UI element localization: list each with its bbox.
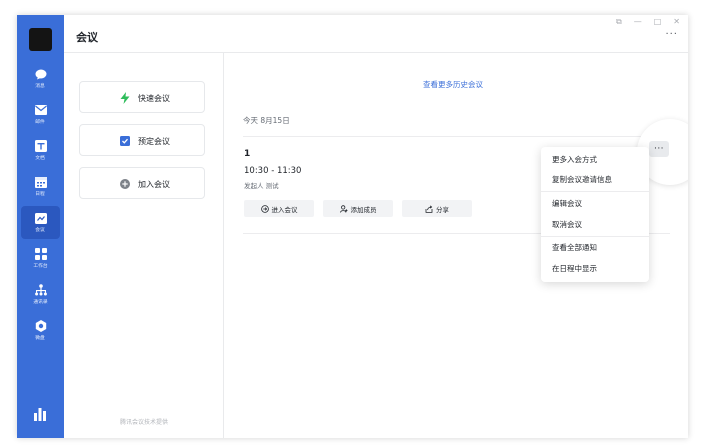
action-label: 预定会议 — [138, 137, 170, 146]
menu-separator — [541, 236, 649, 237]
enter-icon — [260, 204, 269, 213]
grid-icon — [34, 248, 47, 260]
avatar[interactable] — [29, 28, 52, 51]
menu-item-show-in-calendar[interactable]: 在日程中显示 — [541, 260, 649, 277]
contacts-icon — [34, 284, 47, 296]
button-label: 进入会议 — [271, 205, 298, 214]
quick-meeting-button[interactable]: 快速会议 — [79, 81, 205, 113]
date-heading: 今天 8月15日 — [243, 116, 290, 125]
button-label: 分享 — [436, 205, 449, 214]
meeting-title: 1 — [244, 149, 251, 159]
enter-meeting-button[interactable]: 进入会议 — [244, 200, 314, 217]
menu-item-more-join-methods[interactable]: 更多入会方式 — [541, 151, 649, 168]
plus-circle-icon — [119, 178, 130, 189]
sidebar-item-label: 通讯录 — [33, 299, 48, 305]
sidebar-item-label: 文档 — [35, 155, 46, 161]
window-controls: ⧉ — □ ✕ — [616, 17, 680, 27]
sidebar-item-drive[interactable]: 微盘 — [21, 314, 60, 347]
title-bar: 会议 ⧉ — □ ✕ ··· — [64, 15, 688, 53]
menu-item-cancel-meeting[interactable]: 取消会议 — [541, 216, 649, 233]
mail-icon — [34, 104, 47, 116]
meeting-host: 发起人 测试 — [244, 182, 279, 190]
sidebar-item-label: 日程 — [35, 191, 46, 197]
action-label: 加入会议 — [138, 180, 170, 189]
schedule-meeting-button[interactable]: 预定会议 — [79, 124, 205, 156]
divider — [243, 136, 670, 137]
meeting-icon — [34, 212, 47, 224]
menu-item-copy-invite[interactable]: 复制会议邀请信息 — [541, 171, 649, 188]
menu-item-view-notifications[interactable]: 查看全部通知 — [541, 239, 649, 256]
meeting-more-button[interactable]: ··· — [649, 141, 669, 157]
add-member-button[interactable]: 添加成员 — [323, 200, 393, 217]
drive-icon — [34, 320, 47, 332]
join-meeting-button[interactable]: 加入会议 — [79, 167, 205, 199]
calendar-icon — [34, 176, 47, 188]
chat-bubble-icon — [34, 68, 47, 80]
share-button[interactable]: 分享 — [402, 200, 472, 217]
menu-item-edit-meeting[interactable]: 编辑会议 — [541, 195, 649, 212]
minimize-icon[interactable]: — — [634, 17, 642, 27]
sidebar-item-meeting[interactable]: 会议 — [21, 206, 60, 239]
history-meetings-link[interactable]: 查看更多历史会议 — [423, 79, 483, 90]
sidebar-item-label: 会议 — [35, 227, 46, 233]
meeting-time: 10:30 - 11:30 — [244, 166, 302, 176]
calendar-check-icon — [119, 135, 130, 146]
sidebar-item-docs[interactable]: 文档 — [21, 134, 60, 167]
sidebar-item-contacts[interactable]: 通讯录 — [21, 278, 60, 311]
provider-note: 腾讯会议技术提供 — [119, 419, 168, 426]
more-options-button[interactable]: ··· — [665, 29, 678, 40]
add-member-icon — [339, 204, 348, 213]
menu-separator — [541, 191, 649, 192]
lightning-icon — [119, 91, 130, 104]
meeting-options-menu: 更多入会方式 复制会议邀请信息 编辑会议 取消会议 查看全部通知 在日程中显示 — [541, 147, 649, 282]
sidebar-item-calendar[interactable]: 日程 — [21, 170, 60, 203]
share-icon — [425, 204, 433, 213]
sidebar-item-messages[interactable]: 消息 — [21, 62, 60, 95]
sidebar-item-workbench[interactable]: 工作台 — [21, 242, 60, 275]
settings-bars-icon[interactable] — [33, 407, 47, 421]
sidebar-item-label: 消息 — [35, 83, 46, 89]
sidebar: 消息 邮件 文档 日程 会议 工作台 通讯录 微盘 — [17, 15, 64, 438]
sidebar-item-label: 工作台 — [33, 263, 48, 269]
close-icon[interactable]: ✕ — [673, 17, 680, 27]
pin-window-icon[interactable]: ⧉ — [616, 17, 622, 27]
action-label: 快速会议 — [138, 94, 170, 103]
sidebar-item-mail[interactable]: 邮件 — [21, 98, 60, 131]
document-icon — [34, 140, 47, 152]
meeting-actions-panel: 快速会议 预定会议 加入会议 腾讯会议技术提供 — [64, 53, 224, 438]
maximize-icon[interactable]: □ — [654, 17, 662, 27]
page-title: 会议 — [76, 31, 98, 44]
button-label: 添加成员 — [350, 205, 377, 214]
sidebar-item-label: 微盘 — [35, 335, 46, 341]
sidebar-item-label: 邮件 — [35, 119, 46, 125]
